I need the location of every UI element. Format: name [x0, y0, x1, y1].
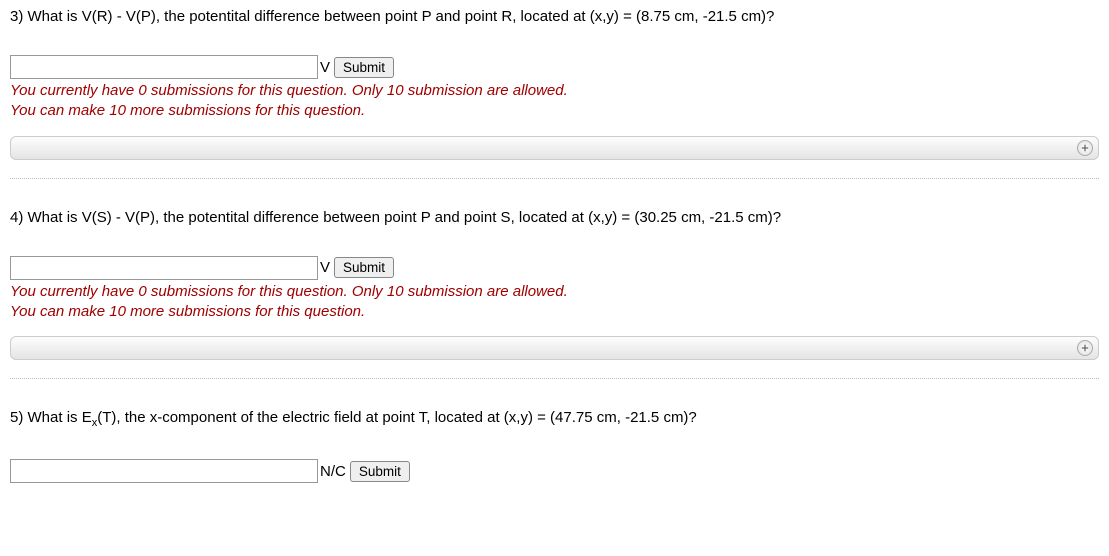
expand-bar-4[interactable] — [10, 336, 1099, 360]
submit-button-5[interactable]: Submit — [350, 461, 410, 482]
submission-line2: You can make 10 more submissions for thi… — [10, 102, 365, 119]
answer-row-5: N/C Submit — [10, 459, 1099, 483]
divider — [10, 178, 1099, 179]
unit-label-4: V — [320, 259, 330, 276]
question-number: 4) — [10, 209, 23, 226]
question-3-block: 3) What is V(R) - V(P), the potentital d… — [10, 6, 1099, 179]
unit-label-3: V — [320, 59, 330, 76]
submission-line2: You can make 10 more submissions for thi… — [10, 303, 365, 320]
submission-info-3: You currently have 0 submissions for thi… — [10, 81, 1099, 122]
plus-icon — [1077, 340, 1093, 356]
question-body-prefix: What is E — [28, 409, 92, 426]
submission-info-4: You currently have 0 submissions for thi… — [10, 282, 1099, 323]
answer-input-4[interactable] — [10, 256, 318, 280]
answer-row-4: V Submit — [10, 256, 1099, 280]
unit-label-5: N/C — [320, 463, 346, 480]
question-5-text: 5) What is Ex(T), the x-component of the… — [10, 407, 1099, 431]
question-number: 5) — [10, 409, 23, 426]
divider — [10, 378, 1099, 379]
answer-input-3[interactable] — [10, 55, 318, 79]
answer-input-5[interactable] — [10, 459, 318, 483]
question-body: What is V(R) - V(P), the potentital diff… — [28, 8, 775, 25]
submission-line1: You currently have 0 submissions for thi… — [10, 283, 568, 300]
submit-button-3[interactable]: Submit — [334, 57, 394, 78]
submission-line1: You currently have 0 submissions for thi… — [10, 82, 568, 99]
plus-icon — [1077, 140, 1093, 156]
expand-bar-3[interactable] — [10, 136, 1099, 160]
question-4-text: 4) What is V(S) - V(P), the potentital d… — [10, 207, 1099, 228]
question-body: What is V(S) - V(P), the potentital diff… — [28, 209, 782, 226]
question-3-text: 3) What is V(R) - V(P), the potentital d… — [10, 6, 1099, 27]
question-body-suffix: (T), the x-component of the electric fie… — [97, 409, 697, 426]
answer-row-3: V Submit — [10, 55, 1099, 79]
question-number: 3) — [10, 8, 23, 25]
question-5-block: 5) What is Ex(T), the x-component of the… — [10, 407, 1099, 483]
submit-button-4[interactable]: Submit — [334, 257, 394, 278]
question-4-block: 4) What is V(S) - V(P), the potentital d… — [10, 207, 1099, 380]
